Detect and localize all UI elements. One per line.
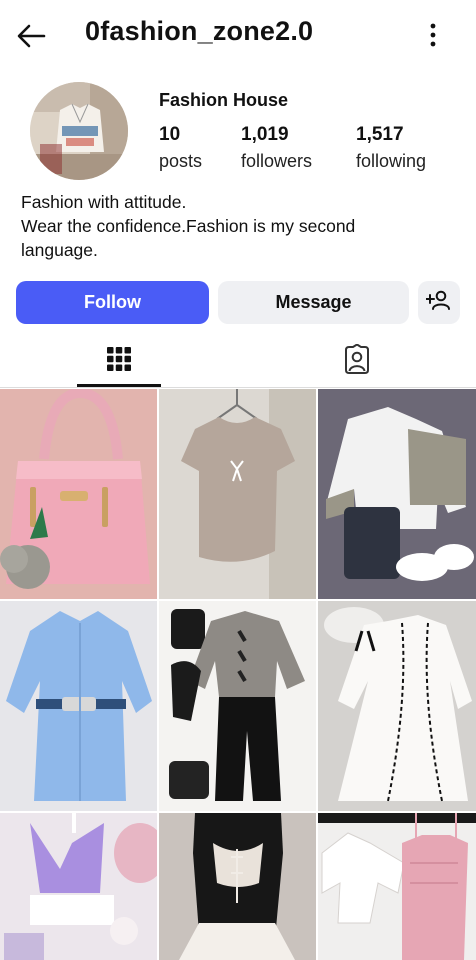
post-thumbnail-5[interactable]	[159, 601, 316, 811]
bio-line: language.	[21, 240, 98, 260]
following-label: following	[356, 151, 427, 171]
followers-count: 1,019	[241, 124, 289, 145]
suggest-people-button[interactable]	[418, 281, 460, 324]
tab-posts-grid[interactable]	[0, 334, 238, 388]
post-thumbnail-3[interactable]	[318, 389, 476, 599]
following-stat[interactable]: 1,517 following	[356, 124, 426, 172]
post-thumbnail-6[interactable]	[318, 601, 476, 811]
active-tab-indicator	[77, 384, 161, 387]
post-thumbnail-8[interactable]	[159, 813, 316, 960]
following-count: 1,517	[356, 124, 404, 145]
top-bar: 0fashion_zone2.0	[0, 0, 476, 72]
arrow-left-icon[interactable]	[14, 19, 48, 53]
profile-display-name: Fashion House	[159, 90, 289, 110]
tagged-icon	[342, 343, 372, 379]
profile-tabs	[0, 334, 476, 388]
tab-tagged[interactable]	[238, 334, 476, 388]
profile-bio: Fashion with attitude. Wear the confiden…	[21, 190, 461, 262]
posts-label: posts	[159, 151, 203, 171]
followers-stat[interactable]: 1,019 followers	[241, 124, 312, 172]
grid-icon	[106, 346, 132, 377]
posts-count: 10	[159, 124, 181, 145]
bio-line: Fashion with attitude.	[21, 192, 187, 212]
posts-grid	[0, 389, 476, 960]
more-vertical-icon[interactable]	[420, 20, 446, 50]
message-button[interactable]: Message	[218, 281, 409, 324]
bio-line: Wear the confidence.Fashion is my second	[21, 216, 356, 236]
profile-username: 0fashion_zone2.0	[85, 16, 314, 46]
post-thumbnail-4[interactable]	[0, 601, 157, 811]
avatar[interactable]	[30, 82, 128, 180]
post-thumbnail-7[interactable]	[0, 813, 157, 960]
follow-button[interactable]: Follow	[16, 281, 209, 324]
add-person-icon	[425, 289, 452, 316]
followers-label: followers	[241, 151, 313, 171]
post-thumbnail-1[interactable]	[0, 389, 157, 599]
post-thumbnail-2[interactable]	[159, 389, 316, 599]
posts-stat: 10 posts	[159, 124, 202, 172]
post-thumbnail-9[interactable]	[318, 813, 476, 960]
